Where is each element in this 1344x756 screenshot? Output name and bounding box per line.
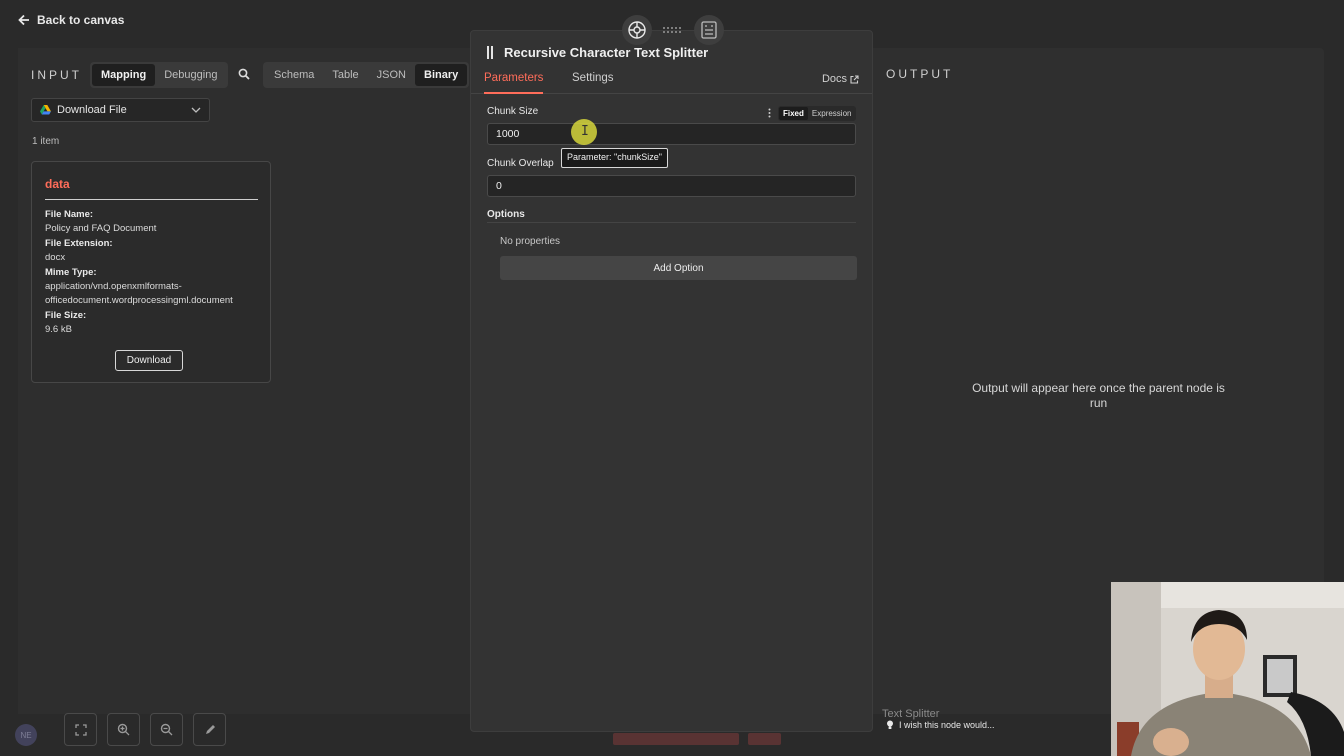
tab-mapping[interactable]: Mapping: [92, 64, 156, 86]
feedback-label: I wish this node would...: [899, 720, 995, 730]
avatar[interactable]: NE: [15, 724, 37, 746]
tab-debugging[interactable]: Debugging: [155, 64, 226, 86]
zoom-out-button[interactable]: [150, 713, 183, 746]
canvas-node-label: Text Splitter: [882, 708, 940, 720]
binary-key: data: [45, 177, 70, 191]
tidy-up-button[interactable]: [193, 713, 226, 746]
drag-dots-button[interactable]: [658, 15, 688, 45]
chunk-overlap-input[interactable]: 0: [487, 175, 856, 197]
input-title: INPUT: [31, 68, 82, 82]
ai-node-icon: [628, 21, 646, 39]
execute-workflow-button[interactable]: [613, 733, 739, 745]
mime-type-value-line1: application/vnd.openxmlformats-: [45, 281, 182, 293]
output-empty-message: Output will appear here once the parent …: [972, 381, 1225, 410]
file-size-label: File Size:: [45, 309, 87, 321]
input-mode-tabs: Mapping Debugging: [90, 62, 229, 88]
drag-handle-icon[interactable]: [487, 46, 493, 59]
tab-parameters[interactable]: Parameters: [484, 72, 544, 94]
file-name-label: File Name:: [45, 209, 94, 220]
file-extension-value: docx: [45, 252, 66, 264]
google-drive-icon: [40, 105, 51, 115]
more-options-icon[interactable]: [768, 108, 771, 118]
back-to-canvas-label: Back to canvas: [37, 13, 125, 27]
fixed-expression-toggle: Fixed Expression: [778, 106, 857, 121]
binary-node-button[interactable]: [694, 15, 724, 45]
options-label: Options: [487, 209, 525, 220]
node-parameters-panel: Recursive Character Text Splitter Parame…: [470, 30, 873, 732]
delete-button[interactable]: [748, 733, 781, 745]
input-panel: INPUT Mapping Debugging Schema Table JSO…: [18, 48, 470, 714]
external-link-icon: [850, 74, 859, 84]
docs-link[interactable]: Docs: [822, 73, 859, 85]
input-view-tabs: Schema Table JSON Binary: [263, 62, 470, 88]
fullscreen-icon: [74, 723, 87, 736]
input-node-select[interactable]: Download File: [31, 98, 210, 122]
file-size-value: 9.6 kB: [45, 324, 72, 336]
binary-data-card: data File Name: Policy and FAQ Document …: [31, 161, 271, 383]
mime-type-value-line2: officedocument.wordprocessingml.document: [45, 295, 233, 307]
text-cursor-icon: I: [581, 124, 589, 139]
docs-label: Docs: [821, 73, 847, 85]
tab-json[interactable]: JSON: [368, 64, 415, 86]
zoom-in-button[interactable]: [107, 713, 140, 746]
no-properties-text: No properties: [500, 236, 561, 247]
toggle-expression[interactable]: Expression: [808, 107, 856, 120]
brush-icon: [205, 724, 215, 734]
file-extension-label: File Extension:: [45, 237, 113, 249]
node-toolbar: [619, 14, 727, 46]
search-icon[interactable]: [238, 68, 250, 80]
input-node-select-value: Download File: [57, 104, 127, 116]
input-header: INPUT Mapping Debugging: [31, 62, 229, 88]
chunk-size-input[interactable]: 1000: [487, 123, 856, 145]
binary-file-icon: [701, 21, 717, 39]
fit-view-button[interactable]: [64, 713, 97, 746]
arrow-left-icon: [18, 14, 29, 26]
back-to-canvas-link[interactable]: Back to canvas: [18, 13, 124, 27]
presenter-image: [1111, 582, 1344, 756]
presenter-webcam: [1111, 582, 1344, 756]
tab-binary[interactable]: Binary: [415, 64, 468, 86]
parameter-tooltip: Parameter: "chunkSize": [561, 148, 668, 168]
tab-settings[interactable]: Settings: [572, 72, 614, 94]
chunk-overlap-label: Chunk Overlap: [487, 158, 554, 169]
chevron-down-icon: [191, 107, 201, 113]
chunk-size-label: Chunk Size: [487, 106, 539, 117]
file-name-value: Policy and FAQ Document: [45, 223, 157, 235]
zoom-in-icon: [117, 723, 130, 736]
node-title: Recursive Character Text Splitter: [504, 45, 709, 60]
binary-fields: File Name: Policy and FAQ Document File …: [45, 208, 265, 338]
node-type-button[interactable]: [622, 15, 652, 45]
tab-schema[interactable]: Schema: [265, 64, 323, 86]
drag-dots-icon: [663, 27, 681, 33]
item-count: 1 item: [32, 136, 60, 147]
lightbulb-icon: [887, 720, 893, 729]
tab-table[interactable]: Table: [323, 64, 367, 86]
divider: [45, 199, 258, 200]
output-title: OUTPUT: [886, 67, 954, 81]
divider: [487, 222, 856, 223]
mime-type-label: Mime Type:: [45, 266, 97, 278]
download-button[interactable]: Download: [115, 350, 183, 371]
feedback-link[interactable]: I wish this node would...: [886, 720, 995, 730]
toggle-fixed[interactable]: Fixed: [779, 107, 808, 120]
node-tabs: Parameters Settings: [471, 71, 872, 94]
add-option-button[interactable]: Add Option: [500, 256, 857, 280]
zoom-out-icon: [160, 723, 173, 736]
